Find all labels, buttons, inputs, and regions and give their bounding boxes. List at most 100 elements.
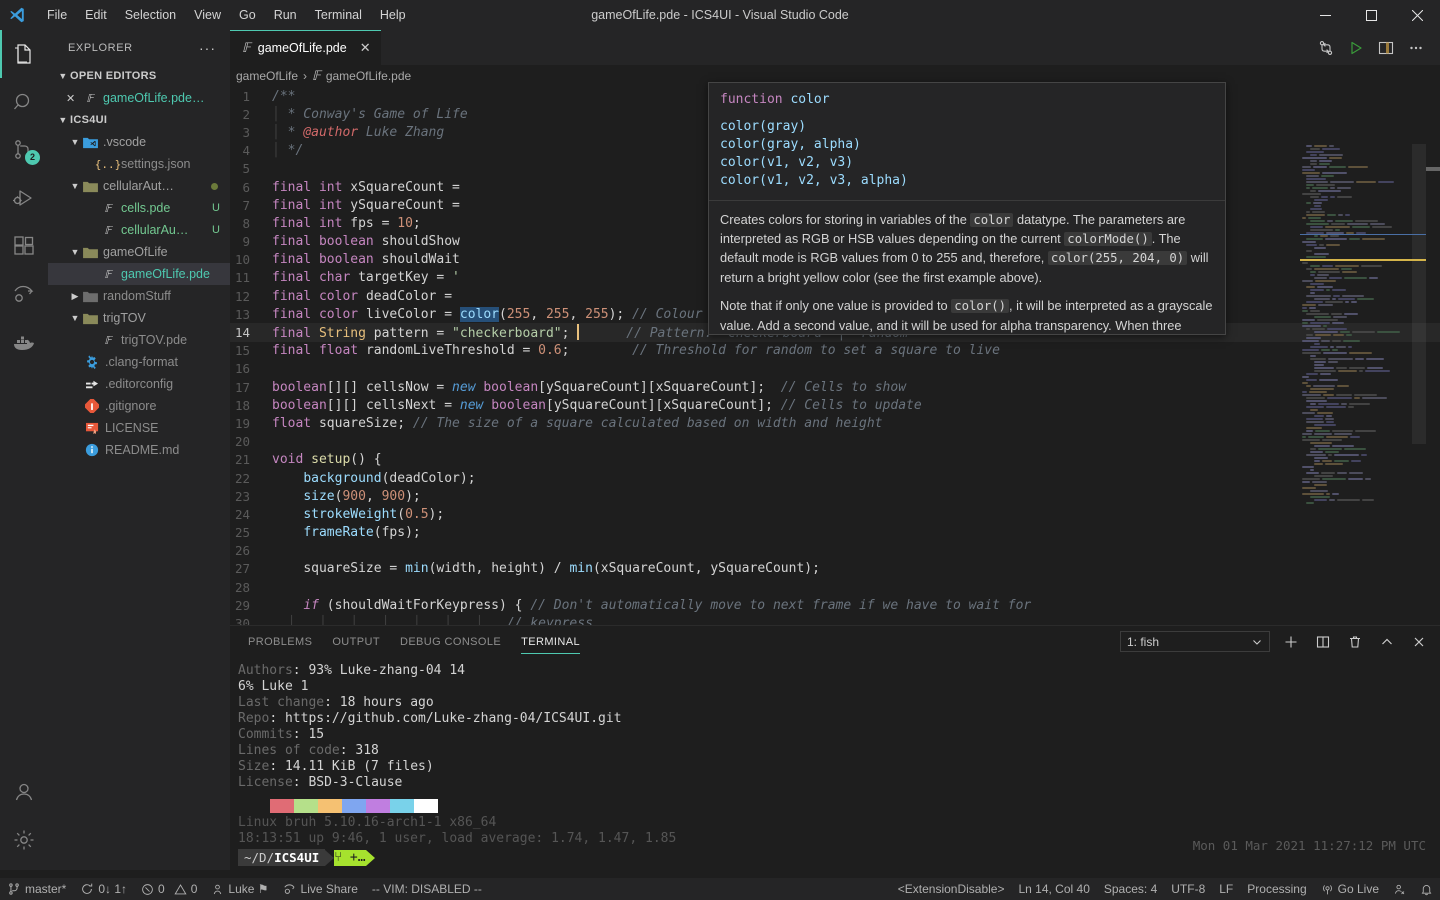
more-actions-icon[interactable] [1408, 40, 1424, 56]
status-vim-mode[interactable]: -- VIM: DISABLED -- [365, 878, 489, 900]
window-controls[interactable] [1302, 0, 1440, 30]
menu-run[interactable]: Run [265, 4, 306, 26]
menu-go[interactable]: Go [230, 4, 265, 26]
minimize-button[interactable] [1302, 0, 1348, 30]
tab-output[interactable]: OUTPUT [322, 626, 390, 657]
split-diff-icon[interactable] [1318, 40, 1334, 56]
activity-run-debug-icon[interactable] [0, 174, 48, 222]
open-editor-item[interactable]: ✕ 𝔽 gameOfLife.pde… [48, 87, 230, 109]
activity-accounts-icon[interactable] [0, 768, 48, 816]
close-button[interactable] [1394, 0, 1440, 30]
code-line: 21void setup() { [230, 451, 1440, 469]
status-eol[interactable]: LF [1212, 878, 1240, 900]
tree-item-license[interactable]: LICENSE [48, 417, 230, 439]
status-error-count: 0 [158, 882, 165, 896]
workspace-section[interactable]: ▼ ICS4UI [48, 109, 230, 131]
menu-bar[interactable]: File Edit Selection View Go Run Terminal… [38, 4, 415, 26]
terminal-output[interactable]: Authors: 93% Luke-zhang-04 14 6% Luke 1 … [230, 657, 1440, 877]
status-cursor-position[interactable]: Ln 14, Col 40 [1011, 878, 1096, 900]
chevron-down-icon[interactable]: ▼ [68, 313, 82, 323]
chevron-down-icon[interactable]: ▼ [68, 181, 82, 191]
hover-tooltip: function color color(gray) color(gray, a… [708, 82, 1226, 335]
minimap[interactable] [1300, 144, 1426, 625]
tab-problems[interactable]: PROBLEMS [238, 626, 322, 657]
activity-search-icon[interactable] [0, 78, 48, 126]
tree-item-randomstuff[interactable]: ▶ randomStuff [48, 285, 230, 307]
activity-manage-settings-icon[interactable] [0, 816, 48, 864]
activity-bar: 2 [0, 30, 48, 870]
tree-item-clang-format[interactable]: .clang-format [48, 351, 230, 373]
terminal-selector[interactable]: 1: fish [1120, 631, 1270, 652]
menu-help[interactable]: Help [371, 4, 415, 26]
activity-docker-icon[interactable] [0, 318, 48, 366]
activity-explorer-icon[interactable] [0, 30, 48, 78]
chevron-down-icon[interactable] [1251, 636, 1263, 648]
status-sync-label: 0↓ 1↑ [98, 882, 127, 896]
chevron-down-icon[interactable]: ▼ [68, 247, 82, 257]
json-icon: {..} [100, 156, 116, 172]
status-branch[interactable]: master* [0, 878, 73, 900]
minimap-slider[interactable] [1412, 144, 1426, 625]
editor-actions [1318, 30, 1432, 65]
menu-view[interactable]: View [185, 4, 230, 26]
tree-item-vscode[interactable]: ▼ .vscode [48, 131, 230, 153]
status-problems[interactable]: 0 0 [134, 878, 204, 900]
tree-item-trigtov-folder[interactable]: ▼ trigTOV [48, 307, 230, 329]
palette-swatch [366, 799, 390, 813]
run-icon[interactable] [1348, 40, 1364, 56]
terminal-value: 318 [355, 743, 378, 758]
chevron-right-icon[interactable]: ▶ [68, 291, 82, 302]
menu-terminal[interactable]: Terminal [306, 4, 371, 26]
status-notifications[interactable] [1413, 878, 1440, 900]
folder-modified-dot [211, 183, 218, 190]
tree-item-trigtov-pde[interactable]: 𝔽 trigTOV.pde [48, 329, 230, 351]
tree-item-readme[interactable]: README.md [48, 439, 230, 461]
tree-item-label: LICENSE [105, 421, 159, 435]
status-language-mode[interactable]: Processing [1240, 878, 1313, 900]
breadcrumb-file[interactable]: gameOfLife.pde [326, 69, 411, 83]
status-indentation[interactable]: Spaces: 4 [1097, 878, 1164, 900]
status-extension-disable[interactable]: <ExtensionDisable> [891, 878, 1012, 900]
processing-file-icon: 𝔽 [100, 200, 116, 216]
tree-item-gameoflife-folder[interactable]: ▼ gameOfLife [48, 241, 230, 263]
tab-gameoflife-pde[interactable]: 𝔽 gameOfLife.pde ✕ [230, 30, 382, 65]
tab-terminal[interactable]: TERMINAL [511, 626, 590, 657]
close-panel-icon[interactable] [1408, 631, 1430, 653]
tree-item-settings-json[interactable]: {..} settings.json [48, 153, 230, 175]
activity-extensions-icon[interactable] [0, 222, 48, 270]
code-line: 16 [230, 360, 1440, 378]
tree-item-cellularaut[interactable]: ▼ cellularAut… [48, 175, 230, 197]
close-icon[interactable]: ✕ [360, 40, 371, 56]
chevron-down-icon[interactable]: ▼ [68, 137, 82, 147]
breadcrumb-folder[interactable]: gameOfLife [236, 69, 298, 83]
maximize-panel-icon[interactable] [1376, 631, 1398, 653]
minimap-row [1300, 501, 1426, 504]
prompt-path-dir: ICS4UI [274, 850, 319, 866]
tree-item-gameoflife-pde[interactable]: 𝔽 gameOfLife.pde [48, 263, 230, 285]
split-editor-icon[interactable] [1378, 40, 1394, 56]
close-icon[interactable]: ✕ [66, 92, 82, 105]
maximize-button[interactable] [1348, 0, 1394, 30]
status-go-live[interactable]: Go Live [1314, 878, 1386, 900]
tree-item-editorconfig[interactable]: .editorconfig [48, 373, 230, 395]
tree-item-cells-pde[interactable]: 𝔽 cells.pde U [48, 197, 230, 219]
menu-selection[interactable]: Selection [116, 4, 185, 26]
status-account[interactable]: Luke ⚑ [204, 878, 275, 900]
status-live-share[interactable]: Live Share [276, 878, 365, 900]
status-feedback[interactable] [1386, 878, 1413, 900]
open-editors-section[interactable]: ▼ OPEN EDITORS [48, 65, 230, 87]
menu-file[interactable]: File [38, 4, 76, 26]
split-terminal-icon[interactable] [1312, 631, 1334, 653]
tree-item-gitignore[interactable]: .gitignore [48, 395, 230, 417]
status-sync[interactable]: 0↓ 1↑ [73, 878, 134, 900]
tab-debug-console[interactable]: DEBUG CONSOLE [390, 626, 511, 657]
sidebar-more-actions-icon[interactable]: ··· [199, 40, 216, 56]
activity-live-share-icon[interactable] [0, 270, 48, 318]
new-terminal-icon[interactable] [1280, 631, 1302, 653]
menu-edit[interactable]: Edit [76, 4, 116, 26]
activity-source-control-icon[interactable]: 2 [0, 126, 48, 174]
terminal-line: Lines of code: 318 [238, 743, 1440, 759]
status-encoding[interactable]: UTF-8 [1164, 878, 1212, 900]
kill-terminal-icon[interactable] [1344, 631, 1366, 653]
tree-item-cellularau-pde[interactable]: 𝔽 cellularAu… U [48, 219, 230, 241]
